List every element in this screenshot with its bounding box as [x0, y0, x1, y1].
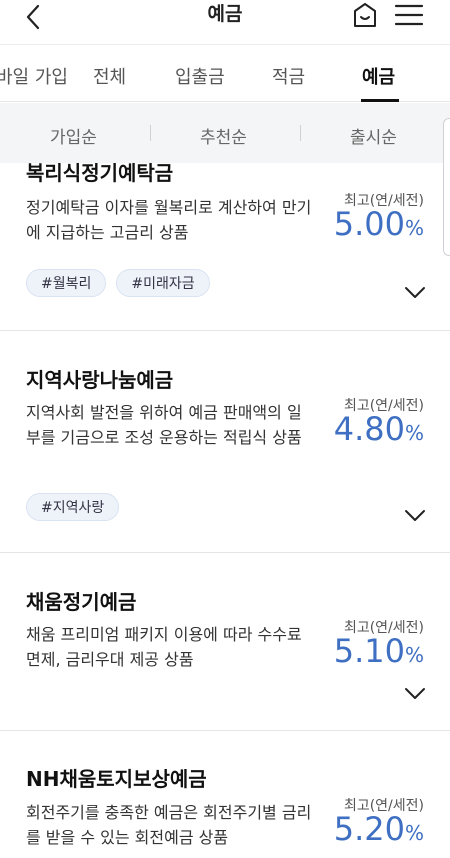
- interest-rate: 4.80%: [333, 410, 424, 448]
- tag-chip[interactable]: #지역사랑: [26, 493, 120, 521]
- product-description: 채움 프리미엄 패키지 이용에 따라 수수료 면제, 금리우대 제공 상품: [26, 625, 302, 669]
- list-item[interactable]: 지역사랑나눔예금 지역사회 발전을 위하여 예금 판매액의 일부를 기금으로 조…: [0, 331, 450, 553]
- sort-by-recommend[interactable]: 추천순: [200, 123, 247, 148]
- product-description: 회전주기를 충족한 예금은 회전주기별 금리를 받을 수 있는 회전예금 상품: [26, 803, 312, 847]
- tab-savings[interactable]: 적금: [272, 63, 305, 89]
- tab-all[interactable]: 전체: [93, 63, 126, 89]
- tag-chip[interactable]: #미래자금: [116, 269, 210, 297]
- page-title: 예금: [207, 3, 243, 25]
- sort-divider: [150, 125, 151, 141]
- tag-chip[interactable]: #월복리: [26, 269, 107, 297]
- list-item[interactable]: NH채움토지보상예금 회전주기를 충족한 예금은 회전주기별 금리를 받을 수 …: [0, 731, 450, 858]
- tab-deposit[interactable]: 예금: [362, 63, 395, 89]
- tab-checking[interactable]: 입출금: [175, 63, 225, 89]
- interest-rate: 5.10%: [333, 632, 424, 670]
- home-icon: [354, 3, 376, 27]
- list-item[interactable]: 복리식정기예탁금 정기예탁금 이자를 월복리로 계산하여 만기에 지급하는 고금…: [0, 163, 450, 331]
- tab-mobile-signup[interactable]: 바일 가입: [0, 63, 68, 89]
- app-header: 예금: [0, 0, 450, 44]
- menu-button[interactable]: [394, 2, 426, 30]
- product-list: 복리식정기예탁금 정기예탁금 이자를 월복리로 계산하여 만기에 지급하는 고금…: [0, 163, 450, 858]
- sort-by-signup[interactable]: 가입순: [50, 123, 97, 148]
- tag-group: #지역사랑: [26, 493, 120, 521]
- product-name: 채움정기예금: [26, 590, 137, 614]
- product-name: 지역사랑나눔예금: [26, 368, 174, 392]
- interest-rate: 5.20%: [333, 810, 424, 848]
- home-button[interactable]: [350, 0, 380, 30]
- product-name: 복리식정기예탁금: [26, 163, 174, 185]
- chevron-down-icon[interactable]: [404, 687, 426, 701]
- tag-group: #월복리 #미래자금: [26, 269, 210, 297]
- sort-bar: 가입순 추천순 출시순: [0, 103, 450, 163]
- chevron-down-icon[interactable]: [404, 286, 426, 300]
- product-description: 지역사회 발전을 위하여 예금 판매액의 일부를 기금으로 조성 운용하는 적립…: [26, 403, 302, 447]
- hamburger-menu-icon: [394, 4, 424, 26]
- active-tab-indicator: [361, 99, 399, 102]
- chevron-down-icon[interactable]: [404, 509, 426, 523]
- product-name: NH채움토지보상예금: [26, 767, 207, 791]
- sort-divider: [300, 125, 301, 141]
- product-description: 정기예탁금 이자를 월복리로 계산하여 만기에 지급하는 고금리 상품: [26, 198, 312, 242]
- sort-by-release[interactable]: 출시순: [350, 123, 397, 148]
- category-tabs: 바일 가입 전체 입출금 적금 예금: [0, 44, 450, 102]
- interest-rate: 5.00%: [333, 205, 424, 243]
- list-item[interactable]: 채움정기예금 채움 프리미엄 패키지 이용에 따라 수수료 면제, 금리우대 제…: [0, 553, 450, 731]
